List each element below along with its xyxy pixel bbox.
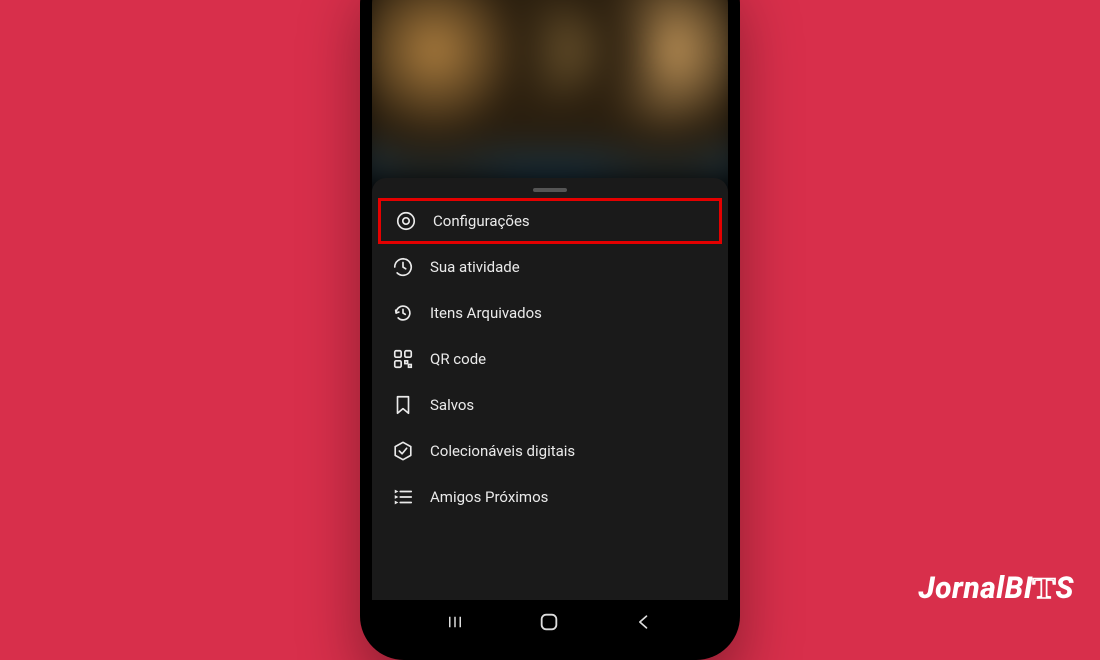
watermark-part4: S <box>1055 571 1074 606</box>
qr-icon <box>392 348 414 370</box>
phone-screen: Configurações Sua atividade <box>372 0 728 648</box>
android-nav-bar <box>372 600 728 648</box>
watermark-logo: JornalBITS <box>918 571 1074 606</box>
menu-item-label: Sua atividade <box>430 258 520 276</box>
sheet-drag-handle[interactable] <box>533 188 567 192</box>
menu-item-label: QR code <box>430 350 486 368</box>
menu-item-sua-atividade[interactable]: Sua atividade <box>372 244 728 290</box>
saved-icon <box>392 394 414 416</box>
blurred-background <box>372 0 728 180</box>
archive-icon <box>392 302 414 324</box>
settings-icon <box>395 210 417 232</box>
menu-item-label: Itens Arquivados <box>430 304 542 322</box>
nav-recent-icon[interactable] <box>446 613 464 635</box>
watermark-part1: Jornal <box>918 571 1004 606</box>
menu-item-label: Salvos <box>430 396 474 414</box>
phone-frame: Configurações Sua atividade <box>360 0 740 660</box>
menu-item-label: Colecionáveis digitais <box>430 442 575 460</box>
activity-icon <box>392 256 414 278</box>
menu-item-amigos-proximos[interactable]: Amigos Próximos <box>372 474 728 520</box>
menu-item-qr-code[interactable]: QR code <box>372 336 728 382</box>
menu-item-colecionaveis-digitais[interactable]: Colecionáveis digitais <box>372 428 728 474</box>
menu-item-label: Amigos Próximos <box>430 488 548 506</box>
menu-item-configuracoes[interactable]: Configurações <box>378 198 722 244</box>
nav-back-icon[interactable] <box>634 612 654 636</box>
collectibles-icon <box>392 440 414 462</box>
watermark-part3: T <box>1031 572 1057 606</box>
bottom-sheet: Configurações Sua atividade <box>372 178 728 600</box>
menu-item-itens-arquivados[interactable]: Itens Arquivados <box>372 290 728 336</box>
menu-item-salvos[interactable]: Salvos <box>372 382 728 428</box>
watermark-part2: BI <box>1005 571 1033 606</box>
nav-home-icon[interactable] <box>538 611 560 637</box>
closefriends-icon <box>392 486 414 508</box>
menu-item-label: Configurações <box>433 212 530 230</box>
